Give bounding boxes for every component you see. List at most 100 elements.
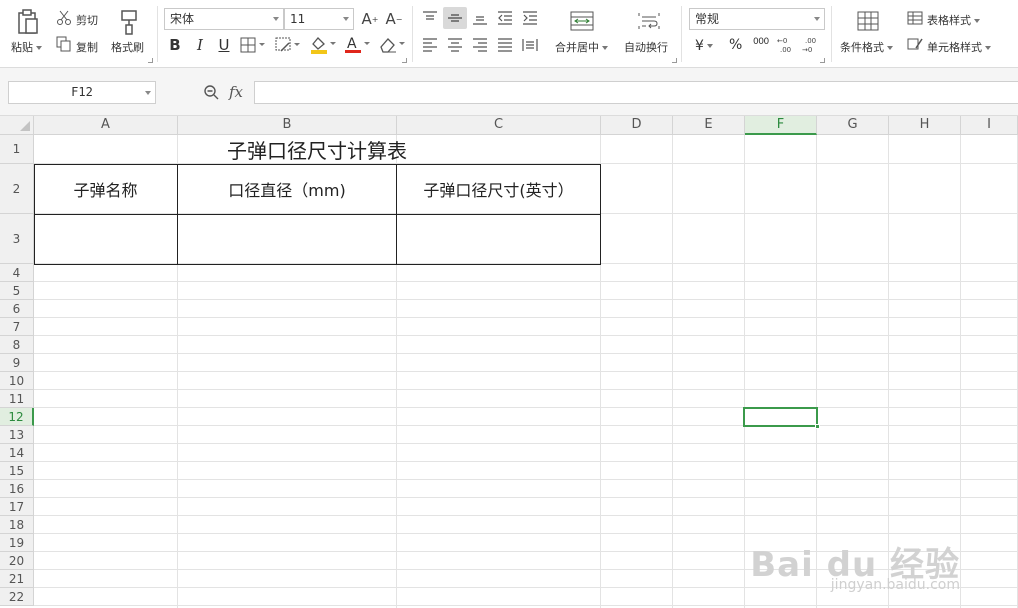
format-painter-icon[interactable] xyxy=(118,8,140,36)
increase-decimal-icon[interactable]: ←0.00 xyxy=(776,35,796,55)
increase-font-icon[interactable]: A + xyxy=(361,9,379,29)
conditional-format-icon[interactable] xyxy=(855,10,881,32)
percent-button[interactable]: % xyxy=(729,37,742,53)
font-group-launcher[interactable] xyxy=(402,58,407,63)
decrease-font-icon[interactable]: A − xyxy=(385,9,403,29)
gridline-horizontal xyxy=(34,533,1018,534)
formula-input[interactable] xyxy=(254,81,1018,104)
copy-button[interactable]: 复制 xyxy=(76,39,98,55)
column-header-h[interactable]: H xyxy=(889,116,961,135)
wrap-text-button[interactable]: 自动换行 xyxy=(624,39,668,55)
select-all-corner[interactable] xyxy=(0,116,34,135)
row-header-6[interactable]: 6 xyxy=(0,300,34,318)
row-header-17[interactable]: 17 xyxy=(0,498,34,516)
column-header-a[interactable]: A xyxy=(34,116,178,135)
conditional-format-button[interactable]: 条件格式 xyxy=(840,39,893,55)
borders-icon[interactable] xyxy=(240,36,266,54)
decrease-decimal-icon[interactable]: .00 →0 xyxy=(801,35,821,55)
thousands-separator-button[interactable]: 000 xyxy=(753,37,769,47)
number-format-select[interactable]: 常规 xyxy=(689,8,825,30)
currency-button[interactable]: ¥ xyxy=(695,38,713,54)
alignment-group-launcher[interactable] xyxy=(672,58,677,63)
row-header-8[interactable]: 8 xyxy=(0,336,34,354)
data-cell-b3[interactable] xyxy=(178,215,396,264)
justify-icon[interactable] xyxy=(495,35,515,55)
merge-center-button[interactable]: 合并居中 xyxy=(555,39,608,55)
table-border-col-b xyxy=(177,164,178,265)
row-header-9[interactable]: 9 xyxy=(0,354,34,372)
fill-handle[interactable] xyxy=(815,424,820,429)
font-name-select[interactable]: 宋体 xyxy=(164,8,284,30)
clipboard-group-launcher[interactable] xyxy=(148,58,153,63)
data-cell-c3[interactable] xyxy=(397,215,600,264)
sheet-title[interactable]: 子弹口径尺寸计算表 xyxy=(34,135,600,164)
row-header-10[interactable]: 10 xyxy=(0,372,34,390)
table-style-button[interactable]: 表格样式 xyxy=(927,12,980,28)
row-header-22[interactable]: 22 xyxy=(0,588,34,606)
row-header-21[interactable]: 21 xyxy=(0,570,34,588)
gridline-horizontal xyxy=(34,335,1018,336)
zoom-search-icon[interactable] xyxy=(202,83,220,101)
align-center-icon[interactable] xyxy=(445,35,465,55)
column-header-e[interactable]: E xyxy=(673,116,745,135)
row-header-14[interactable]: 14 xyxy=(0,444,34,462)
italic-button[interactable]: I xyxy=(191,35,209,55)
header-caliber-diameter[interactable]: 口径直径（mm) xyxy=(178,164,396,214)
paste-icon[interactable] xyxy=(16,8,40,36)
bold-button[interactable]: B xyxy=(166,35,184,55)
svg-text:.00: .00 xyxy=(780,46,791,54)
cell-style-button[interactable]: 单元格样式 xyxy=(927,39,991,55)
row-header-19[interactable]: 19 xyxy=(0,534,34,552)
font-size-select[interactable]: 11 xyxy=(284,8,354,30)
column-header-c[interactable]: C xyxy=(397,116,601,135)
spreadsheet-grid[interactable]: ABCDEFGHI 1 2 3 4 5 6 7 8 9 10 11 12 13 14 15 16 17 18 19 2… xyxy=(0,116,1018,608)
wrap-text-icon[interactable] xyxy=(636,10,662,32)
row-header-4[interactable]: 4 xyxy=(0,264,34,282)
align-right-icon[interactable] xyxy=(470,35,490,55)
gridline-horizontal xyxy=(34,389,1018,390)
header-caliber-size-inch[interactable]: 子弹口径尺寸(英寸） xyxy=(397,164,600,214)
row-header-7[interactable]: 7 xyxy=(0,318,34,336)
decrease-indent-icon[interactable] xyxy=(495,8,515,28)
align-top-icon[interactable] xyxy=(420,8,440,28)
active-cell-selection[interactable] xyxy=(743,407,820,429)
name-box[interactable]: F12 xyxy=(8,81,156,104)
align-middle-icon[interactable] xyxy=(443,7,467,29)
row-header-16[interactable]: 16 xyxy=(0,480,34,498)
format-painter-button[interactable]: 格式刷 xyxy=(111,39,144,55)
distributed-align-icon[interactable] xyxy=(520,35,540,55)
eraser-icon[interactable] xyxy=(378,35,406,55)
watermark: Bai du 经验 jingyan.baidu.com xyxy=(750,537,960,593)
separator xyxy=(157,6,158,62)
row-header-20[interactable]: 20 xyxy=(0,552,34,570)
merge-center-icon[interactable] xyxy=(569,10,595,32)
align-left-icon[interactable] xyxy=(420,35,440,55)
row-header-15[interactable]: 15 xyxy=(0,462,34,480)
row-header-3[interactable]: 3 xyxy=(0,214,34,264)
font-color-icon[interactable]: A xyxy=(343,35,371,55)
row-header-11[interactable]: 11 xyxy=(0,390,34,408)
paste-button[interactable]: 粘贴 xyxy=(11,39,42,55)
row-header-13[interactable]: 13 xyxy=(0,426,34,444)
column-header-g[interactable]: G xyxy=(817,116,889,135)
separator xyxy=(831,6,832,62)
increase-indent-icon[interactable] xyxy=(520,8,540,28)
underline-button[interactable]: U xyxy=(215,35,233,55)
cell-format-icon[interactable] xyxy=(275,36,301,54)
column-header-b[interactable]: B xyxy=(178,116,397,135)
align-bottom-icon[interactable] xyxy=(470,8,490,28)
cut-button[interactable]: 剪切 xyxy=(76,12,98,28)
header-bullet-name[interactable]: 子弹名称 xyxy=(34,164,177,214)
column-header-f[interactable]: F xyxy=(745,116,817,135)
row-header-2[interactable]: 2 xyxy=(0,164,34,214)
row-header-1[interactable]: 1 xyxy=(0,135,34,164)
column-header-d[interactable]: D xyxy=(601,116,673,135)
data-cell-a3[interactable] xyxy=(34,215,177,264)
row-header-18[interactable]: 18 xyxy=(0,516,34,534)
function-button[interactable]: fx xyxy=(229,83,243,101)
row-header-5[interactable]: 5 xyxy=(0,282,34,300)
fill-color-icon[interactable] xyxy=(309,35,337,55)
column-header-i[interactable]: I xyxy=(961,116,1018,135)
row-header-12[interactable]: 12 xyxy=(0,408,34,426)
number-group-launcher[interactable] xyxy=(820,58,825,63)
